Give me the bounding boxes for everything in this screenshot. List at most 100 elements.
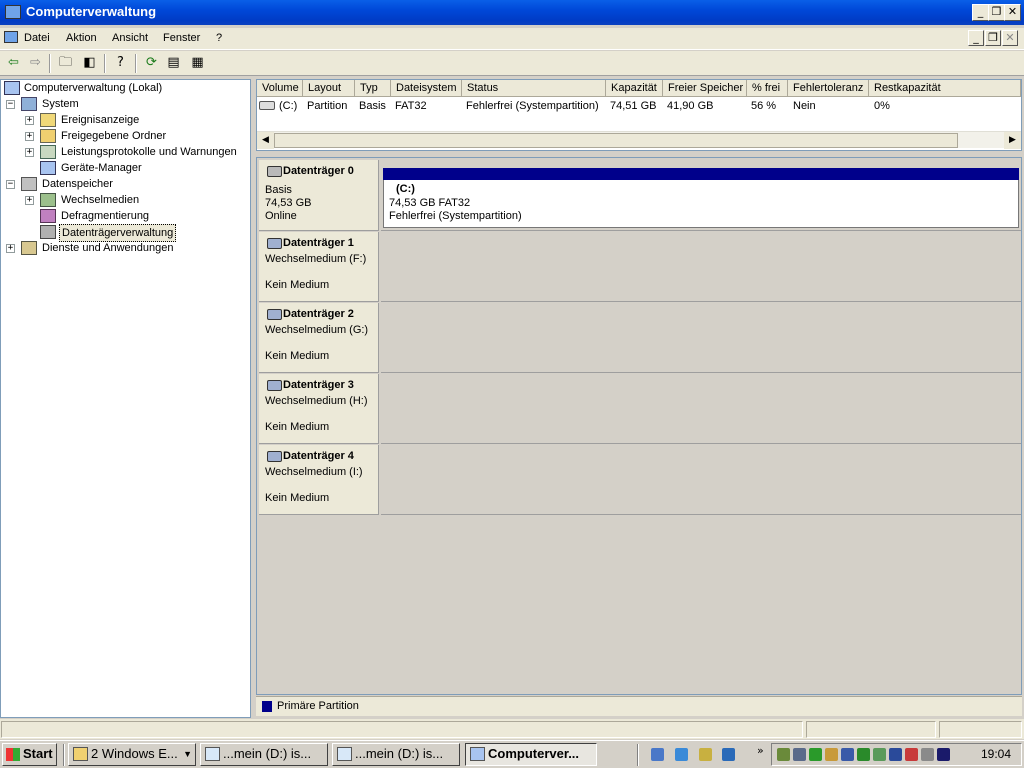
disk-status: Kein Medium — [265, 421, 330, 433]
refresh-icon[interactable]: ⟳ — [142, 54, 161, 73]
tray-pen-icon[interactable] — [873, 748, 886, 761]
tray-sync-icon[interactable] — [937, 748, 950, 761]
event-viewer-icon — [40, 113, 56, 127]
chevron-more-icon[interactable]: » — [757, 744, 764, 757]
column-header-prozent-frei[interactable]: % frei — [747, 80, 788, 97]
column-header-fehlertoleranz[interactable]: Fehlertoleranz — [788, 80, 869, 97]
disk-1-label[interactable]: Datenträger 1 Wechselmedium (F:) Kein Me… — [259, 232, 379, 302]
tray-volume-icon[interactable] — [921, 748, 934, 761]
child-close-button[interactable]: ✕ — [1002, 30, 1018, 46]
tray-tool-icon[interactable] — [841, 748, 854, 761]
disk-3-label[interactable]: Datenträger 3 Wechselmedium (H:) Kein Me… — [259, 374, 379, 444]
expand-icon[interactable]: + — [25, 196, 34, 205]
horizontal-scrollbar[interactable]: ◀ ▶ — [257, 131, 1021, 149]
settings-icon[interactable]: ▦ — [188, 54, 207, 73]
properties-icon[interactable]: ▤ — [164, 54, 183, 73]
minimize-button[interactable]: _ — [972, 4, 989, 21]
menu-fenster[interactable]: Fenster — [163, 32, 200, 44]
menu-aktion[interactable]: Aktion — [66, 32, 97, 44]
browser-icon — [337, 747, 352, 761]
disk-0-area: (C:) 74,53 GB FAT32 Fehlerfrei (Systempa… — [381, 160, 1021, 231]
disk-0-label[interactable]: Datenträger 0 Basis 74,53 GB Online — [259, 160, 379, 231]
menu-help[interactable]: ? — [216, 32, 222, 44]
tree-item-label: Ereignisanzeige — [61, 114, 140, 126]
back-arrow-icon[interactable]: ⇦ — [4, 54, 23, 73]
cell-freier-speicher: 41,90 GB — [667, 100, 714, 112]
taskbar-button-ie-2[interactable]: ...mein (D:) is... — [332, 743, 460, 766]
cell-restkapazitaet: 0% — [874, 100, 890, 112]
clock[interactable]: 19:04 — [981, 747, 1011, 761]
partition-size: 74,53 GB FAT32 — [389, 197, 471, 209]
tree-item-label: Dienste und Anwendungen — [42, 242, 174, 254]
disk-name: Datenträger 1 — [283, 237, 354, 249]
disk-2-label[interactable]: Datenträger 2 Wechselmedium (G:) Kein Me… — [259, 303, 379, 373]
tray-disconnected-icon[interactable] — [905, 748, 918, 761]
tray-app-icon[interactable] — [825, 748, 838, 761]
column-header-restkapazitaet[interactable]: Restkapazität — [869, 80, 1021, 97]
tray-signal-icon[interactable] — [809, 748, 822, 761]
column-header-status[interactable]: Status — [462, 80, 606, 97]
collapse-icon[interactable]: − — [6, 100, 15, 109]
menu-datei[interactable]: Datei — [24, 32, 50, 44]
partition-c[interactable]: (C:) 74,53 GB FAT32 Fehlerfrei (Systempa… — [383, 180, 1019, 228]
disk-name: Datenträger 2 — [283, 308, 354, 320]
column-header-typ[interactable]: Typ — [355, 80, 391, 97]
column-header-dateisystem[interactable]: Dateisystem — [391, 80, 462, 97]
taskbar-button-label: ...mein (D:) is... — [223, 746, 312, 761]
disk-type: Wechselmedium (F:) — [265, 253, 367, 265]
scroll-left-icon[interactable]: ◀ — [257, 132, 274, 149]
partition-bar — [383, 168, 1019, 180]
status-bar — [0, 719, 1024, 739]
disk-1-area — [381, 232, 1021, 302]
tray-monitor-icon[interactable] — [793, 748, 806, 761]
removable-storage-icon — [40, 193, 56, 207]
child-restore-button[interactable]: ❐ — [985, 30, 1001, 46]
tree-item-label: Datenspeicher — [42, 178, 113, 190]
column-header-freier-speicher[interactable]: Freier Speicher — [663, 80, 747, 97]
scroll-right-icon[interactable]: ▶ — [1004, 132, 1021, 149]
tray-green-icon[interactable] — [857, 748, 870, 761]
dropdown-arrow-icon: ▼ — [183, 749, 192, 759]
expand-icon[interactable]: + — [25, 148, 34, 157]
expand-icon[interactable]: + — [25, 116, 34, 125]
toolbar-separator — [49, 54, 51, 73]
menu-ansicht[interactable]: Ansicht — [112, 32, 148, 44]
expand-icon[interactable]: + — [6, 244, 15, 253]
tray-shield-icon[interactable] — [889, 748, 902, 761]
tree-item-label: System — [42, 98, 79, 110]
tree-item-label: Freigegebene Ordner — [61, 130, 167, 142]
show-hide-tree-icon[interactable]: ◧ — [80, 54, 99, 73]
taskbar-button-explorer-group[interactable]: 2 Windows E... ▼ — [68, 743, 196, 766]
quicklaunch-app-icon[interactable] — [651, 748, 664, 761]
start-button[interactable]: Start — [2, 743, 57, 766]
tray-network-icon[interactable] — [777, 748, 790, 761]
column-header-volume[interactable]: Volume — [257, 80, 303, 97]
column-header-kapazitaet[interactable]: Kapazität — [606, 80, 663, 97]
taskbar-button-computerverwaltung[interactable]: Computerver... — [465, 743, 597, 766]
up-folder-icon[interactable]: 🗀 — [56, 54, 75, 73]
forward-arrow-icon[interactable]: ⇨ — [26, 54, 45, 73]
disk-4-label[interactable]: Datenträger 4 Wechselmedium (I:) Kein Me… — [259, 445, 379, 515]
collapse-icon[interactable]: − — [6, 180, 15, 189]
taskbar-button-ie-1[interactable]: ...mein (D:) is... — [200, 743, 328, 766]
child-minimize-button[interactable]: _ — [968, 30, 984, 46]
disk-type: Wechselmedium (I:) — [265, 466, 363, 478]
scroll-thumb[interactable] — [274, 133, 958, 148]
taskbar: Start 2 Windows E... ▼ ...mein (D:) is..… — [0, 740, 1024, 768]
quicklaunch-player-icon[interactable] — [722, 748, 735, 761]
disk-3-area — [381, 374, 1021, 444]
quicklaunch-browser-icon[interactable] — [675, 748, 688, 761]
browser-icon — [205, 747, 220, 761]
expand-icon[interactable]: + — [25, 132, 34, 141]
disk-2-area — [381, 303, 1021, 373]
restore-button[interactable]: ❐ — [988, 4, 1005, 21]
start-label: Start — [23, 746, 53, 761]
legend-swatch — [262, 701, 272, 712]
close-button[interactable]: ✕ — [1004, 4, 1021, 21]
cell-kapazitaet: 74,51 GB — [610, 100, 657, 112]
quicklaunch-media-icon[interactable] — [699, 748, 712, 761]
legend: Primäre Partition — [256, 696, 1022, 716]
column-header-layout[interactable]: Layout — [303, 80, 355, 97]
help-icon[interactable]: ? — [111, 54, 130, 73]
computer-management-icon — [5, 5, 21, 19]
